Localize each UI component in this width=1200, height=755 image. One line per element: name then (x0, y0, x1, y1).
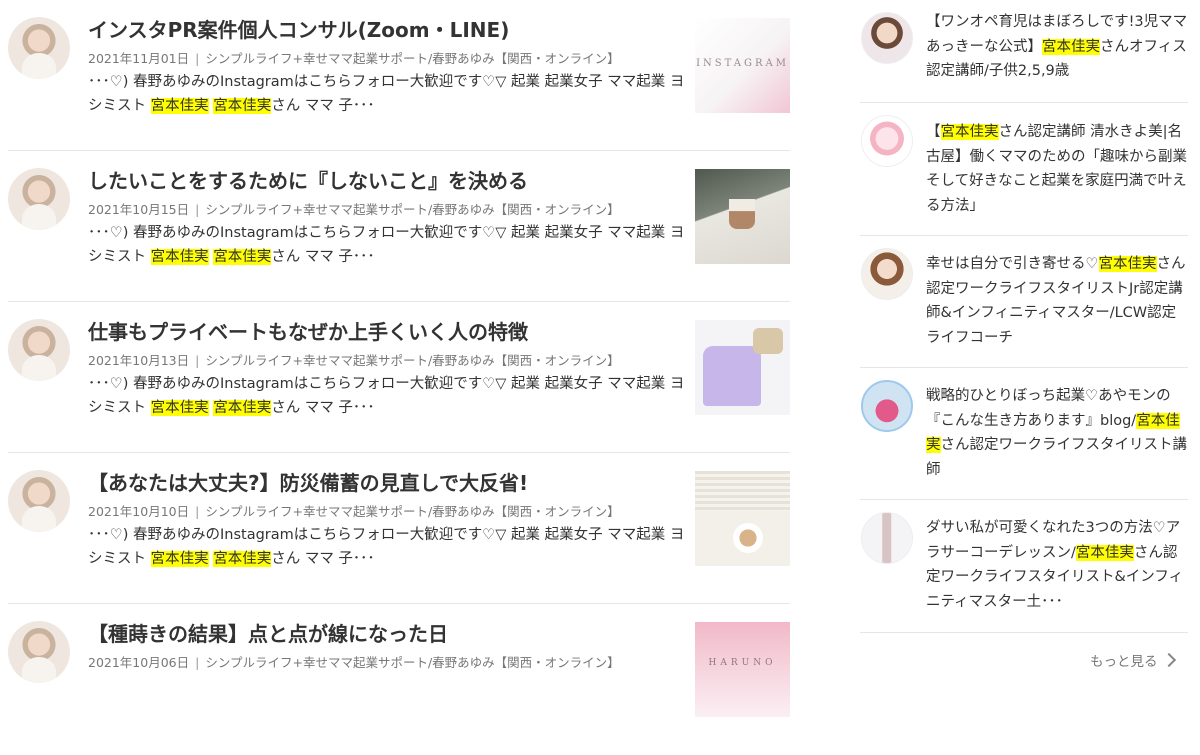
article-thumbnail[interactable] (695, 169, 790, 264)
thumbnail-caption: HARUNO (708, 658, 777, 668)
related-blog-title[interactable]: 【ワンオペ育児はまぼろしです!3児ママあっきーな公式】宮本佳実さんオフィス認定講… (926, 10, 1188, 84)
article-meta: 2021年10月06日 | シンプルライフ+幸せママ起業サポート/春野あゆみ【関西・… (88, 652, 688, 671)
article-date: 2021年10月06日 (88, 655, 190, 670)
blogger-avatar[interactable] (861, 380, 913, 432)
blogger-avatar[interactable] (861, 512, 913, 564)
meta-separator: | (195, 353, 200, 368)
article-title[interactable]: したいことをするために『しないこと』を決める (88, 165, 688, 194)
blog-name-link[interactable]: シンプルライフ+幸せママ起業サポート/春野あゆみ【関西・オンライン】 (205, 51, 619, 66)
article-item[interactable]: したいことをするために『しないこと』を決める 2021年10月15日 | シンプルラ… (8, 151, 790, 302)
keyword-highlight: 宮本佳実 (213, 400, 272, 416)
blog-title-text: 幸せは自分で引き寄せる♡ (926, 256, 1099, 272)
related-blog-item[interactable]: 幸せは自分で引き寄せる♡宮本佳実さん認定ワークライフスタイリストJr認定講師&イ… (860, 236, 1188, 368)
author-avatar[interactable] (8, 470, 70, 532)
article-meta: 2021年11月01日 | シンプルライフ+幸せママ起業サポート/春野あゆみ【関西・… (88, 48, 688, 67)
article-title[interactable]: 【あなたは大丈夫?】防災備蓄の見直しで大反省! (88, 467, 688, 496)
keyword-highlight: 宮本佳実 (150, 400, 209, 416)
article-excerpt: ･･･♡) 春野あゆみのInstagramはこちらフォロー大歓迎です♡▽ 起業 … (88, 70, 686, 118)
related-blog-title[interactable]: 【宮本佳実さん認定講師 清水きよ美|名古屋】働くママのための「趣味から副業そして… (926, 120, 1188, 218)
article-date: 2021年10月10日 (88, 504, 190, 519)
blog-title-text: さん認定ワークライフスタイリスト講師 (926, 437, 1187, 478)
article-title[interactable]: 【種蒔きの結果】点と点が線になった日 (88, 618, 688, 647)
article-date: 2021年10月15日 (88, 202, 190, 217)
article-excerpt: ･･･♡) 春野あゆみのInstagramはこちらフォロー大歓迎です♡▽ 起業 … (88, 372, 686, 420)
blogger-avatar[interactable] (861, 12, 913, 64)
blog-name-link[interactable]: シンプルライフ+幸せママ起業サポート/春野あゆみ【関西・オンライン】 (205, 655, 619, 670)
blogger-avatar[interactable] (861, 248, 913, 300)
blogger-avatar[interactable] (861, 115, 913, 167)
article-thumbnail[interactable]: HARUNO (695, 622, 790, 717)
related-blog-item[interactable]: 戦略的ひとりぼっち起業♡あやモンの『こんな生き方あります』blog/宮本佳実さん… (860, 368, 1188, 500)
related-blogs-sidebar: 【ワンオペ育児はまぼろしです!3児ママあっきーな公式】宮本佳実さんオフィス認定講… (860, 0, 1188, 633)
article-list: インスタPR案件個人コンサル(Zoom・LINE) 2021年11月01日 | シン… (8, 0, 790, 755)
mug-image (733, 523, 763, 553)
author-avatar[interactable] (8, 319, 70, 381)
article-excerpt: ･･･♡) 春野あゆみのInstagramはこちらフォロー大歓迎です♡▽ 起業 … (88, 523, 686, 571)
see-more-link[interactable]: もっと見る (1090, 650, 1176, 670)
blog-title-text: 戦略的ひとりぼっち起業♡あやモンの『こんな生き方あります』blog/ (926, 388, 1171, 429)
blog-name-link[interactable]: シンプルライフ+幸せママ起業サポート/春野あゆみ【関西・オンライン】 (205, 353, 619, 368)
keyword-highlight: 宮本佳実 (213, 98, 272, 114)
article-meta: 2021年10月13日 | シンプルライフ+幸せママ起業サポート/春野あゆみ【関西・… (88, 350, 688, 369)
excerpt-text: さん ママ 子･･･ (271, 551, 375, 567)
keyword-highlight: 宮本佳実 (1098, 256, 1157, 272)
keyword-highlight: 宮本佳実 (150, 249, 209, 265)
related-blog-item[interactable]: 【ワンオペ育児はまぼろしです!3児ママあっきーな公式】宮本佳実さんオフィス認定講… (860, 0, 1188, 103)
keyword-highlight: 宮本佳実 (213, 551, 272, 567)
related-blog-item[interactable]: 【宮本佳実さん認定講師 清水きよ美|名古屋】働くママのための「趣味から副業そして… (860, 103, 1188, 236)
excerpt-text: さん ママ 子･･･ (271, 400, 375, 416)
meta-separator: | (195, 51, 200, 66)
author-avatar[interactable] (8, 168, 70, 230)
related-blog-title[interactable]: 幸せは自分で引き寄せる♡宮本佳実さん認定ワークライフスタイリストJr認定講師&イ… (926, 252, 1188, 350)
article-thumbnail[interactable]: INSTAGRAM (695, 18, 790, 113)
bag-image (753, 328, 783, 354)
chevron-right-icon (1161, 652, 1176, 668)
related-blog-title[interactable]: 戦略的ひとりぼっち起業♡あやモンの『こんな生き方あります』blog/宮本佳実さん… (926, 384, 1188, 482)
article-excerpt: ･･･♡) 春野あゆみのInstagramはこちらフォロー大歓迎です♡▽ 起業 … (88, 221, 686, 269)
keyword-highlight: 宮本佳実 (940, 124, 999, 140)
article-item[interactable]: 仕事もプライベートもなぜか上手くいく人の特徴 2021年10月13日 | シンプルラ… (8, 302, 790, 453)
blog-name-link[interactable]: シンプルライフ+幸せママ起業サポート/春野あゆみ【関西・オンライン】 (205, 504, 619, 519)
keyword-highlight: 宮本佳実 (213, 249, 272, 265)
shirt-image (703, 346, 761, 406)
blog-title-text: 【 (926, 124, 941, 140)
article-item[interactable]: 【種蒔きの結果】点と点が線になった日 2021年10月06日 | シンプルライフ+幸… (8, 604, 790, 755)
article-title[interactable]: 仕事もプライベートもなぜか上手くいく人の特徴 (88, 316, 688, 345)
thumbnail-caption: INSTAGRAM (696, 58, 789, 69)
article-thumbnail[interactable] (695, 471, 790, 566)
article-item[interactable]: 【あなたは大丈夫?】防災備蓄の見直しで大反省! 2021年10月10日 | シンプル… (8, 453, 790, 604)
article-title[interactable]: インスタPR案件個人コンサル(Zoom・LINE) (88, 14, 688, 43)
meta-separator: | (195, 504, 200, 519)
keyword-highlight: 宮本佳実 (1075, 544, 1134, 561)
keyword-highlight: 宮本佳実 (150, 551, 209, 567)
excerpt-text: さん ママ 子･･･ (271, 98, 375, 114)
meta-separator: | (195, 655, 200, 670)
author-avatar[interactable] (8, 17, 70, 79)
keyword-highlight: 宮本佳実 (1042, 38, 1100, 55)
meta-separator: | (195, 202, 200, 217)
article-meta: 2021年10月15日 | シンプルライフ+幸せママ起業サポート/春野あゆみ【関西・… (88, 199, 688, 218)
see-more-label: もっと見る (1090, 654, 1158, 670)
article-meta: 2021年10月10日 | シンプルライフ+幸せママ起業サポート/春野あゆみ【関西・… (88, 501, 688, 520)
coffee-cup-image (729, 199, 755, 229)
related-blog-title[interactable]: ダサい私が可愛くなれた3つの方法♡アラサーコーデレッスン/宮本佳実さん認定ワーク… (926, 516, 1188, 614)
author-avatar[interactable] (8, 621, 70, 683)
article-date: 2021年10月13日 (88, 353, 190, 368)
excerpt-text: さん ママ 子･･･ (271, 249, 375, 265)
article-thumbnail[interactable] (695, 320, 790, 415)
related-blog-item[interactable]: ダサい私が可愛くなれた3つの方法♡アラサーコーデレッスン/宮本佳実さん認定ワーク… (860, 500, 1188, 633)
blog-name-link[interactable]: シンプルライフ+幸せママ起業サポート/春野あゆみ【関西・オンライン】 (205, 202, 619, 217)
article-date: 2021年11月01日 (88, 51, 190, 66)
keyword-highlight: 宮本佳実 (150, 98, 209, 114)
article-item[interactable]: インスタPR案件個人コンサル(Zoom・LINE) 2021年11月01日 | シン… (8, 0, 790, 151)
book-image (695, 471, 790, 511)
